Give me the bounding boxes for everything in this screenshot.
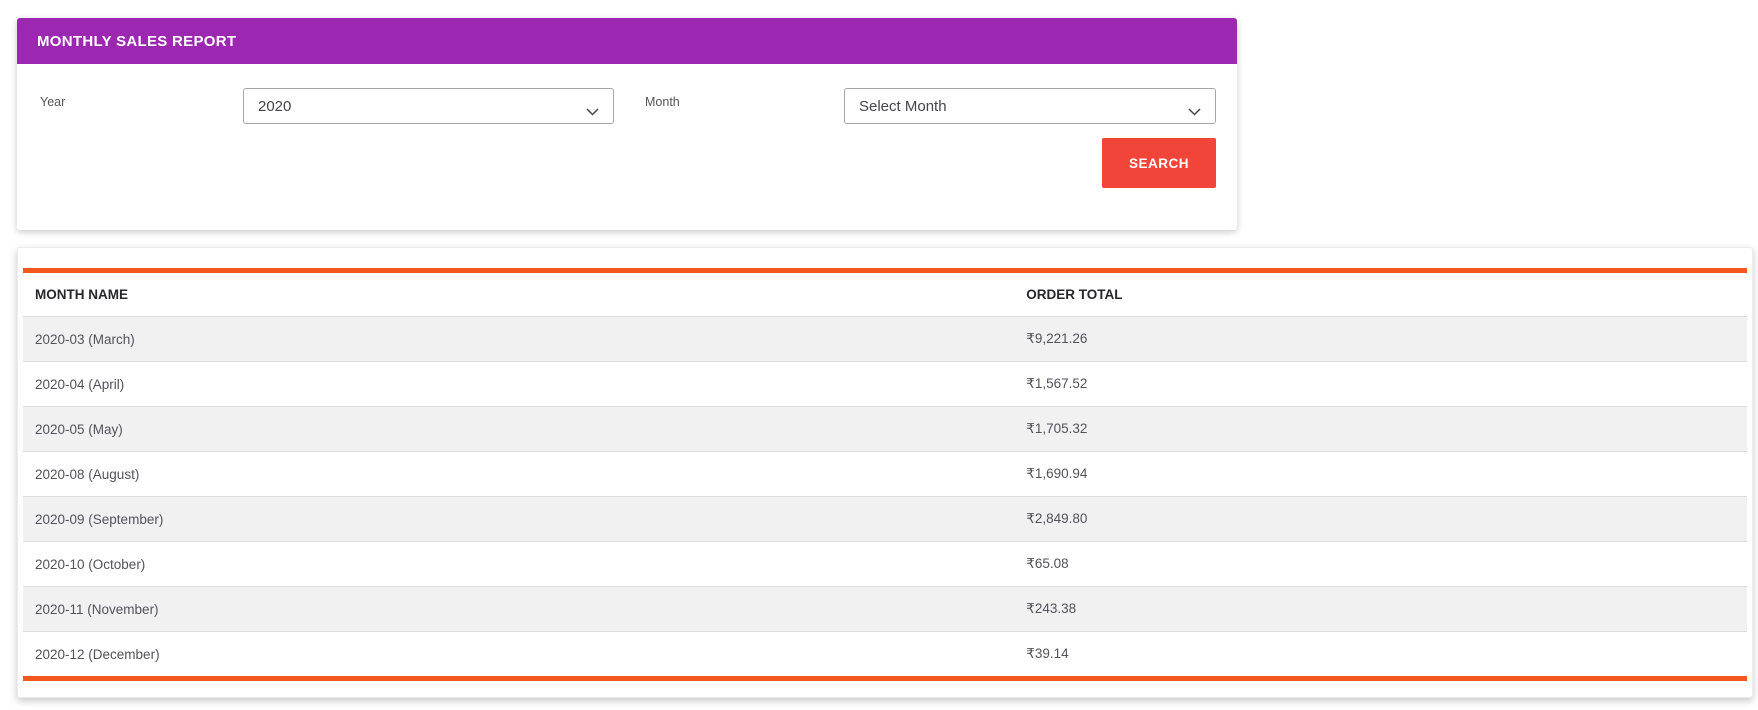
month-select-value: Select Month — [859, 98, 947, 115]
month-name-cell: 2020-05 (May) — [23, 407, 1014, 452]
report-title: MONTHLY SALES REPORT — [37, 33, 236, 50]
table-row: 2020-10 (October) ₹65.08 — [23, 542, 1747, 587]
table-row: 2020-03 (March) ₹9,221.26 — [23, 317, 1747, 362]
year-select-value: 2020 — [258, 98, 291, 115]
month-name-cell: 2020-03 (March) — [23, 317, 1014, 362]
order-total-cell: ₹9,221.26 — [1014, 317, 1747, 362]
month-name-cell: 2020-09 (September) — [23, 497, 1014, 542]
sales-table-header: MONTH NAME ORDER TOTAL — [23, 271, 1747, 317]
month-name-cell: 2020-12 (December) — [23, 632, 1014, 679]
chevron-down-icon — [586, 103, 599, 120]
month-name-cell: 2020-11 (November) — [23, 587, 1014, 632]
table-row: 2020-12 (December) ₹39.14 — [23, 632, 1747, 679]
chevron-down-icon — [1188, 103, 1201, 120]
order-total-cell: ₹1,705.32 — [1014, 407, 1747, 452]
table-row: 2020-08 (August) ₹1,690.94 — [23, 452, 1747, 497]
table-row: 2020-11 (November) ₹243.38 — [23, 587, 1747, 632]
order-total-cell: ₹39.14 — [1014, 632, 1747, 679]
month-name-cell: 2020-08 (August) — [23, 452, 1014, 497]
table-row: 2020-04 (April) ₹1,567.52 — [23, 362, 1747, 407]
order-total-cell: ₹1,567.52 — [1014, 362, 1747, 407]
sales-table-body: 2020-03 (March) ₹9,221.26 2020-04 (April… — [23, 317, 1747, 679]
month-name-cell: 2020-04 (April) — [23, 362, 1014, 407]
order-total-cell: ₹1,690.94 — [1014, 452, 1747, 497]
monthly-sales-report-card: MONTHLY SALES REPORT Year 2020 Month Sel… — [17, 18, 1237, 230]
year-select[interactable]: 2020 — [243, 88, 614, 124]
report-title-bar: MONTHLY SALES REPORT — [17, 18, 1237, 64]
year-label: Year — [40, 95, 65, 109]
column-header-month-name: MONTH NAME — [23, 271, 1014, 317]
sales-report-table-card: MONTH NAME ORDER TOTAL 2020-03 (March) ₹… — [17, 247, 1753, 698]
table-row: 2020-05 (May) ₹1,705.32 — [23, 407, 1747, 452]
order-total-cell: ₹65.08 — [1014, 542, 1747, 587]
search-button[interactable]: SEARCH — [1102, 138, 1216, 188]
month-select[interactable]: Select Month — [844, 88, 1216, 124]
sales-table: MONTH NAME ORDER TOTAL 2020-03 (March) ₹… — [23, 268, 1747, 681]
month-label: Month — [645, 95, 680, 109]
order-total-cell: ₹2,849.80 — [1014, 497, 1747, 542]
month-name-cell: 2020-10 (October) — [23, 542, 1014, 587]
table-row: 2020-09 (September) ₹2,849.80 — [23, 497, 1747, 542]
order-total-cell: ₹243.38 — [1014, 587, 1747, 632]
column-header-order-total: ORDER TOTAL — [1014, 271, 1747, 317]
